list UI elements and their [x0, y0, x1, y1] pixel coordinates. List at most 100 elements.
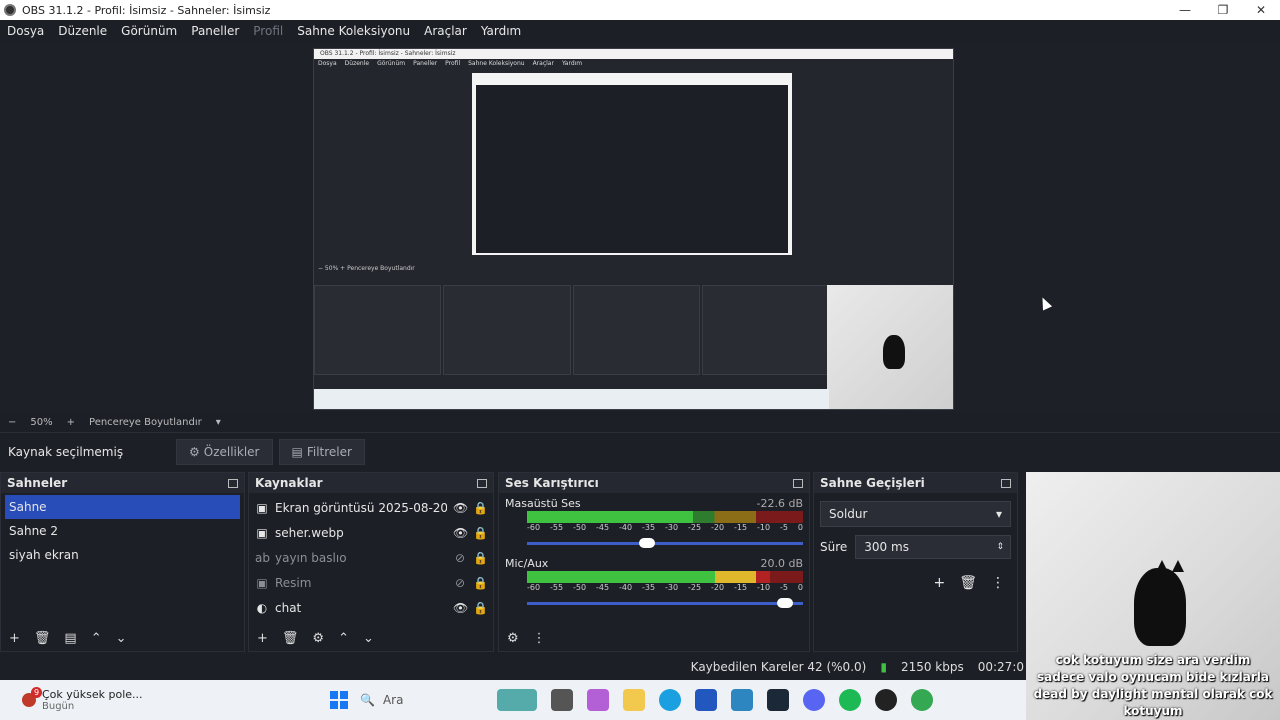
- notification-icon: 9: [22, 687, 42, 707]
- chevron-down-icon[interactable]: ⌄: [363, 631, 374, 646]
- chevron-down-icon[interactable]: ⌄: [116, 631, 127, 646]
- menu-docks[interactable]: Paneller: [184, 24, 246, 38]
- no-source-selected: Kaynak seçilmemiş: [8, 444, 124, 459]
- eye-icon[interactable]: 👁: [453, 601, 468, 615]
- add-transition-icon[interactable]: +: [933, 575, 945, 591]
- source-name: seher.webp: [275, 525, 344, 540]
- copilot-icon[interactable]: [587, 689, 609, 711]
- zoom-in-button[interactable]: +: [67, 417, 75, 428]
- meter-ticks: -60 -55 -50 -45 -40 -35 -30 -25 -20 -15 -10 -5 0: [527, 583, 803, 595]
- source-item[interactable]: ◐ chat 👁 🔒: [249, 595, 493, 620]
- notification-sub: Bugün: [42, 701, 75, 712]
- source-name: yayın baslıo: [275, 550, 347, 565]
- scene-item[interactable]: Sahne: [5, 495, 240, 519]
- zoom-out-button[interactable]: −: [8, 417, 16, 428]
- source-item[interactable]: ▣ seher.webp 👁 🔒: [249, 520, 493, 545]
- filters-button[interactable]: ▤ Filtreler: [278, 438, 365, 465]
- dropped-frames: Kaybedilen Kareler 42 (%0.0): [690, 660, 867, 674]
- notification[interactable]: 9 Çok yüksek pole... Bugün: [0, 687, 330, 712]
- bitrate: 2150 kbps: [900, 660, 964, 674]
- slider-knob[interactable]: [639, 538, 655, 548]
- nested-zoom: − 50% + Pencereye Boyutlandır: [318, 265, 415, 272]
- eye-icon[interactable]: 👁: [453, 501, 468, 515]
- spotify-icon[interactable]: [839, 689, 861, 711]
- edge-icon[interactable]: [659, 689, 681, 711]
- nested-menu-item: Paneller: [413, 60, 438, 67]
- menu-profile[interactable]: Profil: [246, 24, 290, 38]
- lock-icon[interactable]: 🔒: [473, 501, 488, 515]
- webcam-caption: cok kotuyum size ara verdim sadece valo …: [1033, 653, 1273, 718]
- mixer-settings-icon[interactable]: ⚙: [507, 631, 519, 646]
- chevron-up-icon[interactable]: ⌃: [338, 631, 349, 646]
- task-view-icon[interactable]: [551, 689, 573, 711]
- volume-slider[interactable]: [527, 537, 803, 549]
- menu-file[interactable]: Dosya: [0, 24, 51, 38]
- discord-icon[interactable]: [803, 689, 825, 711]
- eye-icon[interactable]: 👁: [453, 526, 468, 540]
- transition-select[interactable]: Soldur ▾: [820, 501, 1011, 527]
- trash-icon[interactable]: 🗑: [959, 575, 977, 591]
- fit-to-window-label[interactable]: Pencereye Boyutlandır: [89, 417, 202, 428]
- menu-tools[interactable]: Araçlar: [417, 24, 474, 38]
- nested-menu-item: Profil: [445, 60, 461, 67]
- minimize-button[interactable]: —: [1166, 0, 1204, 20]
- nested-taskbar: [314, 389, 829, 409]
- meter-tick: -5: [780, 523, 788, 532]
- trash-icon[interactable]: 🗑: [282, 631, 299, 646]
- meter-tick: -20: [711, 523, 725, 532]
- undock-icon[interactable]: [1001, 478, 1011, 488]
- maximize-button[interactable]: ❐: [1204, 0, 1242, 20]
- close-button[interactable]: ✕: [1242, 0, 1280, 20]
- nested-menu-item: Sahne Koleksiyonu: [468, 60, 525, 67]
- properties-button[interactable]: ⚙ Özellikler: [176, 438, 273, 465]
- steam-icon[interactable]: [767, 689, 789, 711]
- eye-hidden-icon[interactable]: ⊘: [453, 576, 467, 590]
- meter-tick: -60: [527, 583, 541, 592]
- undock-icon[interactable]: [793, 478, 803, 488]
- filter-icon[interactable]: ▤: [64, 631, 76, 646]
- scene-item[interactable]: Sahne 2: [1, 519, 244, 543]
- windows-taskbar: 9 Çok yüksek pole... Bugün 🔍 Ara: [0, 680, 1026, 720]
- scene-item[interactable]: siyah ekran: [1, 543, 244, 567]
- menu-scene-collection[interactable]: Sahne Koleksiyonu: [290, 24, 417, 38]
- source-item[interactable]: ▣ Ekran görüntüsü 2025-08-20 17: 👁 🔒: [249, 495, 493, 520]
- more-icon[interactable]: ⋮: [533, 631, 546, 646]
- add-source-icon[interactable]: +: [257, 631, 268, 646]
- lock-icon[interactable]: 🔒: [473, 576, 488, 590]
- gear-icon[interactable]: ⚙: [312, 631, 324, 646]
- duration-input[interactable]: 300 ms ⇕: [855, 535, 1011, 559]
- store-icon[interactable]: [695, 689, 717, 711]
- app-icon[interactable]: [731, 689, 753, 711]
- notification-title: Çok yüksek pole...: [42, 688, 143, 701]
- chrome-icon[interactable]: [911, 689, 933, 711]
- undock-icon[interactable]: [477, 478, 487, 488]
- menu-help[interactable]: Yardım: [474, 24, 528, 38]
- scenes-title: Sahneler: [7, 476, 68, 490]
- spin-icon[interactable]: ⇕: [996, 542, 1004, 552]
- taskbar-search[interactable]: 🔍 Ara: [360, 693, 490, 707]
- meter-tick: -25: [688, 583, 702, 592]
- slider-knob[interactable]: [777, 598, 793, 608]
- menu-edit[interactable]: Düzenle: [51, 24, 114, 38]
- lock-icon[interactable]: 🔒: [473, 551, 488, 565]
- obs-taskbar-icon[interactable]: [875, 689, 897, 711]
- windows-start-icon[interactable]: [330, 691, 348, 709]
- meter-tick: -20: [711, 583, 725, 592]
- chevron-down-icon[interactable]: ▾: [216, 417, 221, 428]
- more-icon[interactable]: ⋮: [991, 575, 1005, 591]
- source-item[interactable]: ▣ Resim ⊘ 🔒: [249, 570, 493, 595]
- volume-slider[interactable]: [527, 597, 803, 609]
- lock-icon[interactable]: 🔒: [473, 526, 488, 540]
- file-explorer-icon[interactable]: [623, 689, 645, 711]
- undock-icon[interactable]: [228, 478, 238, 488]
- chevron-up-icon[interactable]: ⌃: [91, 631, 102, 646]
- add-scene-icon[interactable]: +: [9, 631, 20, 646]
- trash-icon[interactable]: 🗑: [34, 631, 51, 646]
- widgets-icon[interactable]: [497, 689, 537, 711]
- cat-figure: [1134, 568, 1186, 646]
- menu-view[interactable]: Görünüm: [114, 24, 184, 38]
- eye-hidden-icon[interactable]: ⊘: [453, 551, 467, 565]
- channel-name: Mic/Aux: [505, 557, 549, 570]
- lock-icon[interactable]: 🔒: [473, 601, 488, 615]
- source-item[interactable]: ab yayın baslıo ⊘ 🔒: [249, 545, 493, 570]
